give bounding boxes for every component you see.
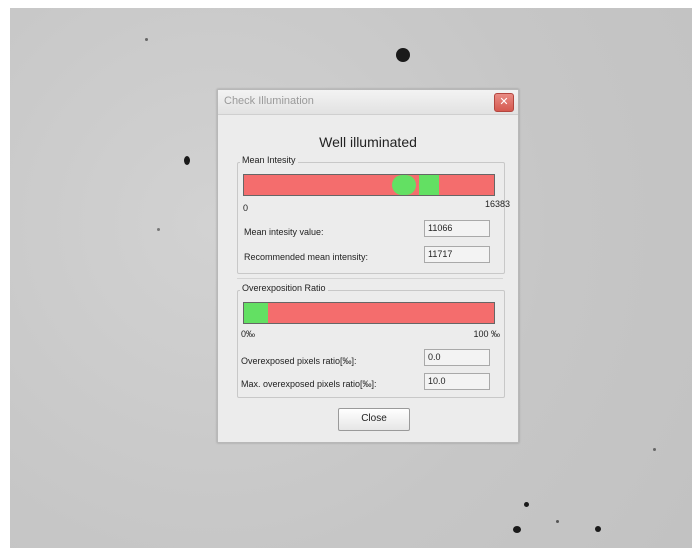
speck [184,156,190,165]
mean-intensity-value-label: Mean intesity value: [244,227,324,237]
recommended-intensity-marker [418,175,439,195]
recommended-intensity-label: Recommended mean intensity: [244,252,369,262]
mean-intensity-group-label: Mean Intesity [240,155,298,165]
speck [524,502,529,507]
illumination-status: Well illuminated [319,134,417,150]
dialog-titlebar: Check Illumination ✕ [218,90,518,115]
overexposition-min-label: 0‰ [241,329,256,339]
max-overexposed-ratio-label: Max. overexposed pixels ratio[‰]: [241,379,377,389]
mean-intensity-group: Mean Intesity 0 16383 Mean intesity valu… [237,155,510,274]
speck [556,520,559,523]
speck [157,228,160,231]
intensity-max-label: 16383 [484,199,510,209]
recommended-intensity-field[interactable]: 11717 [424,246,490,263]
max-overexposed-ratio-field[interactable]: 10.0 [424,373,490,390]
speck [653,448,656,451]
check-illumination-dialog: Check Illumination ✕ Well illuminated Me… [217,89,519,443]
speck [595,526,601,532]
speck [513,526,521,533]
mean-intensity-bar [243,174,495,196]
overexposition-bar [243,302,495,324]
close-window-icon[interactable]: ✕ [494,93,514,112]
intensity-min-label: 0 [243,203,249,213]
section-divider [237,278,503,279]
speck [145,38,148,41]
overexposed-ratio-field[interactable]: 0.0 [424,349,490,366]
dialog-title: Check Illumination [224,95,314,107]
overexposition-group: Overexposition Ratio 0‰ 100 ‰ Overexpose… [237,283,505,398]
speck [396,48,410,62]
close-button[interactable]: Close [338,408,410,431]
mean-intensity-value-field[interactable]: 11066 [424,220,490,237]
overexposed-ratio-label: Overexposed pixels ratio[‰]: [241,356,357,366]
measured-intensity-marker [391,175,416,195]
overexposition-max-label: 100 ‰ [473,329,500,339]
overexposition-group-label: Overexposition Ratio [240,283,328,293]
overexposition-marker [244,303,268,323]
